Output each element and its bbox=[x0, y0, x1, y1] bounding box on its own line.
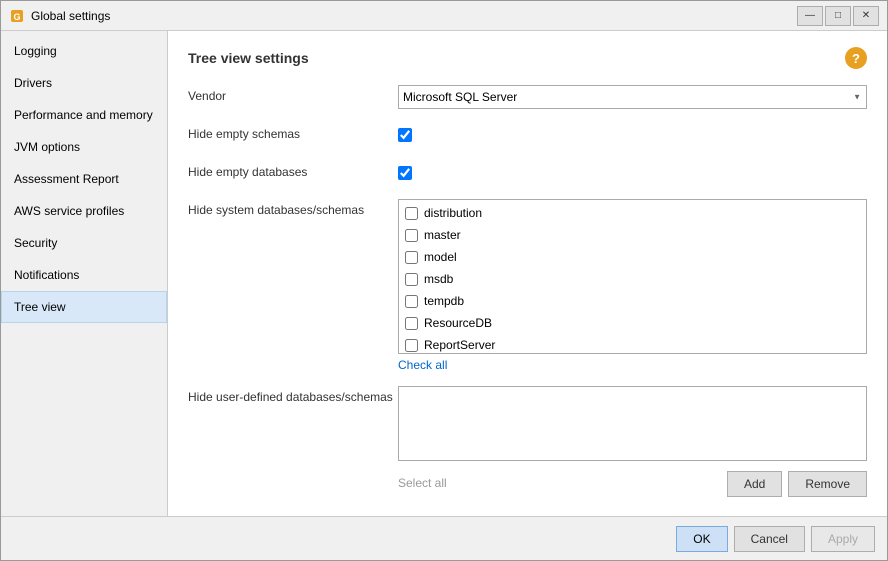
hide-empty-databases-checkbox[interactable] bbox=[398, 166, 412, 180]
cancel-button[interactable]: Cancel bbox=[734, 526, 805, 552]
hide-system-label: Hide system databases/schemas bbox=[188, 199, 398, 217]
apply-button[interactable]: Apply bbox=[811, 526, 875, 552]
vendor-label: Vendor bbox=[188, 85, 398, 103]
main-panel: Tree view settings ? Vendor Microsoft SQ… bbox=[168, 31, 887, 516]
list-item[interactable]: msdb bbox=[399, 268, 866, 290]
hide-empty-schemas-control bbox=[398, 123, 867, 147]
hide-system-row: Hide system databases/schemas distributi… bbox=[188, 199, 867, 372]
hide-empty-databases-label: Hide empty databases bbox=[188, 161, 398, 179]
system-list-row: distribution master model bbox=[398, 199, 867, 354]
hide-empty-schemas-checkbox[interactable] bbox=[398, 128, 412, 142]
sidebar-item-drivers[interactable]: Drivers bbox=[1, 67, 167, 99]
list-item[interactable]: distribution bbox=[399, 202, 866, 224]
hide-user-control: Select all Add Remove bbox=[398, 386, 867, 497]
check-all-link[interactable]: Check all bbox=[398, 358, 867, 372]
hide-system-control: distribution master model bbox=[398, 199, 867, 372]
vendor-select[interactable]: Microsoft SQL Server MySQL PostgreSQL Or… bbox=[398, 85, 867, 109]
distribution-checkbox[interactable] bbox=[405, 207, 418, 220]
title-bar: G Global settings — □ ✕ bbox=[1, 1, 887, 31]
select-all-link: Select all bbox=[398, 476, 447, 490]
vendor-row: Vendor Microsoft SQL Server MySQL Postgr… bbox=[188, 85, 867, 109]
ok-button[interactable]: OK bbox=[676, 526, 727, 552]
hide-empty-databases-row: Hide empty databases bbox=[188, 161, 867, 185]
vendor-select-wrapper: Microsoft SQL Server MySQL PostgreSQL Or… bbox=[398, 85, 867, 109]
add-remove-buttons: Add Remove bbox=[447, 471, 867, 497]
sidebar-item-treeview[interactable]: Tree view bbox=[1, 291, 167, 323]
hide-user-row: Hide user-defined databases/schemas Sele… bbox=[188, 386, 867, 497]
panel-title-text: Tree view settings bbox=[188, 50, 309, 66]
list-item[interactable]: ResourceDB bbox=[399, 312, 866, 334]
system-databases-list[interactable]: distribution master model bbox=[398, 199, 867, 354]
hide-empty-databases-control bbox=[398, 161, 867, 185]
sidebar-item-notifications[interactable]: Notifications bbox=[1, 259, 167, 291]
sidebar-item-aws[interactable]: AWS service profiles bbox=[1, 195, 167, 227]
reportserver-checkbox[interactable] bbox=[405, 339, 418, 352]
window-icon: G bbox=[9, 8, 25, 24]
sidebar-item-jvm[interactable]: JVM options bbox=[1, 131, 167, 163]
content-area: Logging Drivers Performance and memory J… bbox=[1, 31, 887, 516]
hide-user-label: Hide user-defined databases/schemas bbox=[188, 386, 398, 404]
user-defined-textarea[interactable] bbox=[398, 386, 867, 461]
hide-empty-schemas-row: Hide empty schemas bbox=[188, 123, 867, 147]
list-item[interactable]: ReportServer bbox=[399, 334, 866, 354]
panel-title-row: Tree view settings ? bbox=[188, 47, 867, 69]
list-item[interactable]: master bbox=[399, 224, 866, 246]
hide-empty-databases-wrapper bbox=[398, 161, 867, 185]
sidebar-item-assessment[interactable]: Assessment Report bbox=[1, 163, 167, 195]
tempdb-checkbox[interactable] bbox=[405, 295, 418, 308]
svg-text:G: G bbox=[13, 12, 20, 22]
hide-empty-schemas-wrapper bbox=[398, 123, 867, 147]
remove-button[interactable]: Remove bbox=[788, 471, 867, 497]
sidebar-item-performance[interactable]: Performance and memory bbox=[1, 99, 167, 131]
close-button[interactable]: ✕ bbox=[853, 6, 879, 26]
list-item[interactable]: model bbox=[399, 246, 866, 268]
sidebar: Logging Drivers Performance and memory J… bbox=[1, 31, 168, 516]
list-item[interactable]: tempdb bbox=[399, 290, 866, 312]
window-title: Global settings bbox=[31, 9, 797, 23]
sidebar-item-security[interactable]: Security bbox=[1, 227, 167, 259]
master-checkbox[interactable] bbox=[405, 229, 418, 242]
global-settings-window: G Global settings — □ ✕ Logging Drivers … bbox=[0, 0, 888, 561]
msdb-checkbox[interactable] bbox=[405, 273, 418, 286]
footer: OK Cancel Apply bbox=[1, 516, 887, 560]
window-controls: — □ ✕ bbox=[797, 6, 879, 26]
hide-empty-schemas-label: Hide empty schemas bbox=[188, 123, 398, 141]
vendor-control: Microsoft SQL Server MySQL PostgreSQL Or… bbox=[398, 85, 867, 109]
model-checkbox[interactable] bbox=[405, 251, 418, 264]
sidebar-item-logging[interactable]: Logging bbox=[1, 35, 167, 67]
resourcedb-checkbox[interactable] bbox=[405, 317, 418, 330]
maximize-button[interactable]: □ bbox=[825, 6, 851, 26]
add-button[interactable]: Add bbox=[727, 471, 782, 497]
minimize-button[interactable]: — bbox=[797, 6, 823, 26]
help-icon[interactable]: ? bbox=[845, 47, 867, 69]
